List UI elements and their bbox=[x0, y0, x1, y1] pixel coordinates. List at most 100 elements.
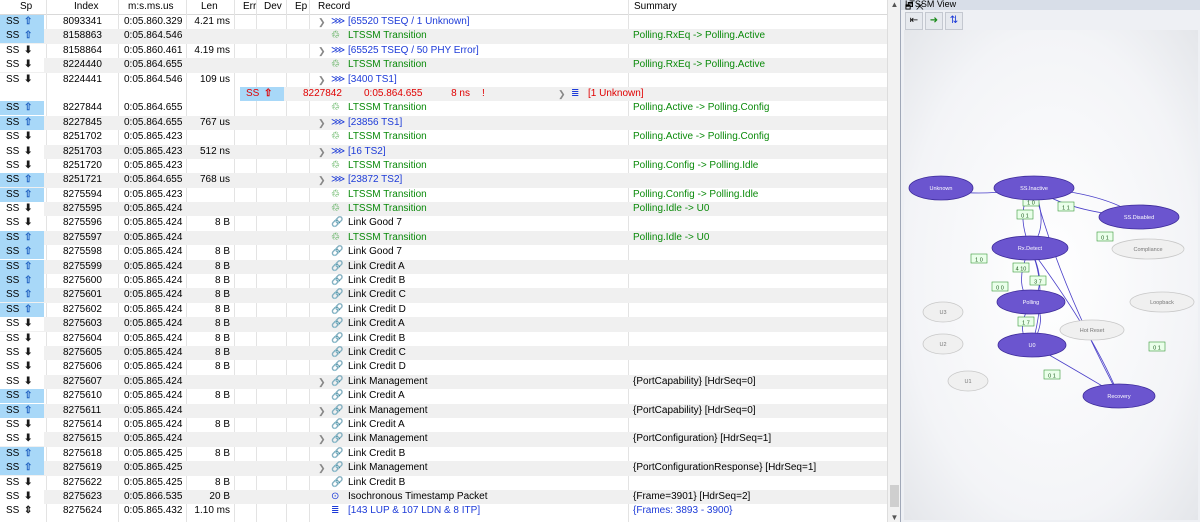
table-row[interactable]: SS ⇧ 8275611 0:05.865.424 ❯ 🔗 Link Management {… bbox=[0, 403, 887, 418]
col-len[interactable]: Len bbox=[201, 1, 218, 12]
table-row[interactable]: SS ⇧ 8275610 0:05.865.424 8 B 🔗 Link Credit A bbox=[0, 389, 887, 404]
table-row[interactable]: SS ⬇ 8251702 0:05.865.423 ♲ LTSSM Transition P… bbox=[0, 130, 887, 145]
table-row[interactable]: SS ⬇ 8275606 0:05.865.424 8 B 🔗 Link Credit D bbox=[0, 360, 887, 375]
table-row[interactable]: SS ⬇ 8251703 0:05.865.423 512 ns ❯ ⋙ [16 TS2] bbox=[0, 144, 887, 159]
expand-chevron-icon[interactable]: ❯ bbox=[318, 375, 326, 389]
back-icon[interactable]: ⇤ bbox=[905, 12, 923, 30]
expand-chevron-icon[interactable]: ❯ bbox=[318, 461, 326, 475]
transition-count-label: 0 1 bbox=[1016, 209, 1034, 220]
ltssm-state-node[interactable]: SS.Inactive bbox=[993, 175, 1075, 201]
table-row[interactable]: SS ⇕ 8275624 0:05.865.432 1.10 ms ≣ [143 LUP &… bbox=[0, 504, 887, 519]
col-sp[interactable]: Sp bbox=[20, 1, 32, 12]
col-index[interactable]: Index bbox=[74, 1, 98, 12]
state-label: Compliance bbox=[1133, 247, 1162, 253]
table-row[interactable]: SS ⬇ 8275607 0:05.865.424 ❯ 🔗 Link Management {… bbox=[0, 374, 887, 390]
table-row[interactable]: SS ⬇ 8275596 0:05.865.424 8 B 🔗 Link Good 7 bbox=[0, 216, 887, 231]
expand-chevron-icon[interactable]: ❯ bbox=[318, 116, 326, 130]
transition-count-label: 1 1 bbox=[1057, 201, 1075, 212]
expand-chevron-icon[interactable]: ❯ bbox=[318, 432, 326, 446]
time-cell: 0:05.865.425 bbox=[124, 476, 183, 488]
table-row[interactable]: SS ⇧ 8275594 0:05.865.423 ♲ LTSSM Transition P… bbox=[0, 187, 887, 202]
len-cell: 8 B bbox=[214, 275, 230, 287]
table-row[interactable]: SS ⇧ 8275597 0:05.865.424 ♲ LTSSM Transition P… bbox=[0, 230, 887, 246]
ltssm-state-node[interactable]: Loopback bbox=[1129, 291, 1195, 313]
sort-icon[interactable]: ⇅ bbox=[945, 12, 963, 30]
record-cell: Link Credit A bbox=[348, 390, 405, 402]
len-cell: 4.19 ms bbox=[194, 44, 230, 56]
time-cell: 0:05.865.424 bbox=[124, 231, 183, 243]
ltssm-state-node[interactable]: Recovery bbox=[1082, 383, 1156, 409]
expand-chevron-icon[interactable]: ❯ bbox=[318, 44, 326, 58]
ltssm-state-node[interactable]: U2 bbox=[922, 333, 964, 355]
ltssm-state-node[interactable]: U1 bbox=[947, 370, 989, 392]
table-row[interactable]: SS ⇧ 8275618 0:05.865.425 8 B 🔗 Link Credit B bbox=[0, 446, 887, 461]
expand-chevron-icon[interactable]: ❯ bbox=[558, 87, 566, 101]
col-summary[interactable]: Summary bbox=[634, 1, 677, 12]
ltssm-state-node[interactable]: Hot Reset bbox=[1059, 319, 1125, 341]
expand-chevron-icon[interactable]: ❯ bbox=[318, 173, 326, 187]
len-cell: 8 B bbox=[214, 447, 230, 459]
expand-chevron-icon[interactable]: ❯ bbox=[318, 73, 326, 87]
table-row[interactable]: SS ⇧ 8275602 0:05.865.424 8 B 🔗 Link Credit D bbox=[0, 302, 887, 317]
scroll-thumb[interactable] bbox=[890, 485, 899, 507]
vertical-scrollbar[interactable]: ▲ ▼ bbox=[887, 0, 900, 522]
ltssm-state-node[interactable]: Unknown bbox=[908, 175, 974, 201]
table-row[interactable]: SS ⇧ 8251721 0:05.864.655 768 us ❯ ⋙ [23872 TS2… bbox=[0, 173, 887, 188]
svg-text:0 1: 0 1 bbox=[1153, 346, 1161, 352]
cycle-icon: ♲ bbox=[331, 188, 340, 200]
col-record[interactable]: Record bbox=[318, 1, 350, 12]
time-cell: 0:05.865.423 bbox=[124, 131, 183, 143]
forward-icon[interactable]: ➜ bbox=[925, 12, 943, 30]
summary-cell: {PortConfigurationResponse} [HdrSeq=1] bbox=[633, 462, 817, 474]
len-cell: 20 B bbox=[209, 490, 230, 502]
table-row[interactable]: SS ⇧ 8275619 0:05.865.425 ❯ 🔗 Link Management {… bbox=[0, 461, 887, 476]
ltssm-state-node[interactable]: U3 bbox=[922, 301, 964, 323]
svg-text:0 1: 0 1 bbox=[1021, 214, 1029, 220]
ltssm-state-node[interactable]: SS.Disabled bbox=[1098, 204, 1180, 230]
expand-chevron-icon[interactable]: ❯ bbox=[318, 404, 326, 418]
table-row[interactable]: SS ⇧ 8275598 0:05.865.424 8 B 🔗 Link Good 7 bbox=[0, 245, 887, 260]
expand-chevron-icon[interactable]: ❯ bbox=[318, 15, 326, 29]
col-ep[interactable]: Ep bbox=[295, 1, 307, 12]
scroll-down-icon[interactable]: ▼ bbox=[888, 513, 900, 522]
table-row[interactable]: SS ⬇ 8251720 0:05.865.423 ♲ LTSSM Transition P… bbox=[0, 158, 887, 173]
table-row[interactable]: SS ⇧ 8275600 0:05.865.424 8 B 🔗 Link Credit B bbox=[0, 274, 887, 289]
table-row[interactable]: SS ⬇ 8275615 0:05.865.424 ❯ 🔗 Link Management {… bbox=[0, 432, 887, 447]
record-cell: LTSSM Transition bbox=[348, 30, 427, 42]
col-err[interactable]: Err bbox=[243, 1, 256, 12]
table-row[interactable]: SS ⬇ 8275595 0:05.865.424 ♲ LTSSM Transition P… bbox=[0, 202, 887, 217]
direction-up-icon: ⇧ bbox=[24, 174, 33, 186]
record-cell: Link Management bbox=[348, 462, 428, 474]
table-row[interactable]: SS ⇧ 8093341 0:05.860.329 4.21 ms ❯ ⋙ [65520 TS… bbox=[0, 15, 887, 29]
table-row[interactable]: SS ⇧ 8158863 0:05.864.546 ♲ LTSSM Transition P… bbox=[0, 29, 887, 44]
ltssm-state-node[interactable]: Compliance bbox=[1111, 238, 1185, 260]
table-row[interactable]: SS ⇧ 8275599 0:05.865.424 8 B 🔗 Link Credit A bbox=[0, 259, 887, 275]
table-row[interactable]: SS ⬇ 8224441 0:05.864.546 109 us ❯ ⋙ [3400 TS1] bbox=[0, 72, 887, 87]
ltssm-state-node[interactable]: U0 bbox=[997, 332, 1067, 358]
direction-up-icon: ⇧ bbox=[24, 246, 33, 258]
table-row[interactable]: SS ⬇ 8158864 0:05.860.461 4.19 ms ❯ ⋙ [65525 TS… bbox=[0, 43, 887, 58]
scroll-up-icon[interactable]: ▲ bbox=[888, 0, 900, 9]
table-row[interactable]: SS ⇧ 8227845 0:05.864.655 767 us ❯ ⋙ [23856 TS1… bbox=[0, 115, 887, 131]
speed-cell: SS ⇧ bbox=[0, 274, 44, 289]
link-icon: 🔗 bbox=[331, 217, 344, 229]
table-row[interactable]: SS ⇧ 8275601 0:05.865.424 8 B 🔗 Link Credit C bbox=[0, 288, 887, 303]
table-row[interactable]: SS ⬇ 8275614 0:05.865.424 8 B 🔗 Link Credit A bbox=[0, 417, 887, 432]
table-row[interactable]: SS ⬇ 8275623 0:05.866.535 20 B ⊙ Isochronous T… bbox=[0, 489, 887, 505]
direction-down-icon: ⬇ bbox=[24, 131, 33, 143]
table-row[interactable]: SS ⇧ 8227842 0:05.864.655 8 ns! ❯ ≣ [1 Unknown] bbox=[240, 86, 900, 102]
col-dev[interactable]: Dev bbox=[264, 1, 282, 12]
table-row[interactable]: SS ⬇ 8275604 0:05.865.424 8 B 🔗 Link Credit B bbox=[0, 331, 887, 346]
table-row[interactable]: SS ⬇ 8275622 0:05.865.425 8 B 🔗 Link Credit B bbox=[0, 475, 887, 490]
ltssm-state-node[interactable]: Rx.Detect bbox=[991, 235, 1069, 261]
table-row[interactable]: SS ⬇ 8275603 0:05.865.424 8 B 🔗 Link Credit A bbox=[0, 317, 887, 332]
table-row[interactable]: SS ⬇ 8224440 0:05.864.655 ♲ LTSSM Transition P… bbox=[0, 58, 887, 73]
ltssm-state-node[interactable]: Polling bbox=[996, 289, 1066, 315]
expand-chevron-icon[interactable]: ❯ bbox=[318, 145, 326, 159]
arrows-icon: ⋙ bbox=[331, 44, 346, 56]
col-time[interactable]: m:s.ms.us bbox=[128, 1, 174, 12]
table-row[interactable]: SS ⬇ 8275605 0:05.865.424 8 B 🔗 Link Credit C bbox=[0, 345, 887, 361]
len-cell: 8 B bbox=[214, 476, 230, 488]
table-row[interactable]: SS ⇧ 8227844 0:05.864.655 ♲ LTSSM Transition P… bbox=[0, 101, 887, 116]
err-cell: ! bbox=[482, 87, 485, 99]
